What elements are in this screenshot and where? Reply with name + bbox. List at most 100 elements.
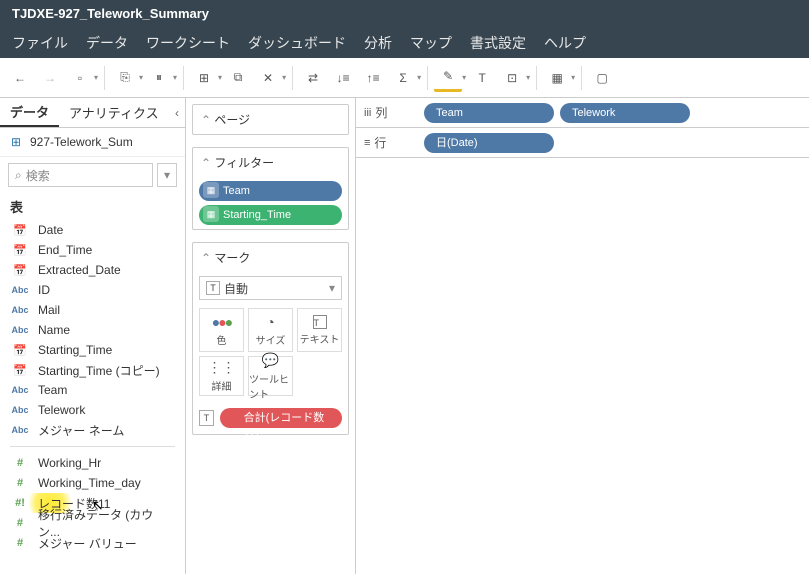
- menu-map[interactable]: マップ: [410, 33, 452, 53]
- field-item[interactable]: 📅 Date: [0, 220, 185, 240]
- menu-file[interactable]: ファイル: [12, 33, 68, 53]
- cards-column: ページ フィルター ▦Team▦Starting_Time マーク T 自動 ▾…: [186, 98, 356, 574]
- column-pill[interactable]: Team: [424, 103, 554, 123]
- field-item[interactable]: #メジャー バリュー: [0, 533, 185, 553]
- field-label: Working_Hr: [38, 456, 101, 470]
- field-item[interactable]: AbcTeam: [0, 380, 185, 400]
- columns-icon: iii: [364, 107, 371, 119]
- field-label: ID: [38, 283, 50, 297]
- pane-collapse-icon[interactable]: ‹: [169, 106, 185, 120]
- rows-icon: ≡: [364, 137, 370, 149]
- mark-type-select[interactable]: T 自動 ▾: [199, 276, 342, 300]
- filters-shelf[interactable]: フィルター ▦Team▦Starting_Time: [192, 147, 349, 230]
- field-type-icon: Abc: [10, 405, 30, 415]
- field-type-icon: 📅: [10, 344, 30, 357]
- tab-data[interactable]: データ: [0, 98, 59, 127]
- field-label: Starting_Time: [38, 343, 112, 357]
- menu-analysis[interactable]: 分析: [364, 33, 392, 53]
- data-pane: データ アナリティクス ‹ ⊞ 927-Telework_Sum ⌕ 検索 ▾ …: [0, 98, 186, 574]
- field-item[interactable]: # Working_Hr: [0, 453, 185, 473]
- new-datasource-button[interactable]: ⎘: [111, 64, 139, 92]
- save-button[interactable]: ▫: [66, 64, 94, 92]
- datasource-name[interactable]: 927-Telework_Sum: [30, 135, 133, 149]
- field-type-icon: 📅: [10, 244, 30, 257]
- canvas[interactable]: [356, 158, 809, 574]
- pill-icon: ▦: [203, 182, 219, 198]
- datasource-icon: ⊞: [8, 134, 24, 150]
- clear-button[interactable]: ✕: [254, 64, 282, 92]
- view-area: iii列 TeamTelework ≡行 日(Date): [356, 98, 809, 574]
- field-item[interactable]: #移行済みデータ (カウン...: [0, 513, 185, 533]
- pages-shelf[interactable]: ページ: [192, 104, 349, 135]
- pill-icon: ▦: [203, 206, 219, 222]
- sort-desc-button[interactable]: ↑≡: [359, 64, 387, 92]
- pause-button[interactable]: ⏸: [145, 64, 173, 92]
- text-icon: T: [313, 315, 327, 329]
- field-type-icon: #: [10, 517, 30, 529]
- field-type-icon: #: [10, 457, 30, 469]
- menu-format[interactable]: 書式設定: [470, 33, 526, 53]
- menu-help[interactable]: ヘルプ: [544, 33, 586, 53]
- text-encoding-icon: T: [199, 410, 214, 426]
- field-item[interactable]: 📅Starting_Time (コピー): [0, 360, 185, 380]
- field-label: メジャー バリュー: [38, 535, 137, 552]
- columns-shelf[interactable]: iii列 TeamTelework: [356, 98, 809, 128]
- field-type-icon: Abc: [10, 325, 30, 335]
- menu-worksheet[interactable]: ワークシート: [146, 33, 230, 53]
- search-options-button[interactable]: ▾: [157, 163, 177, 187]
- menu-data[interactable]: データ: [86, 33, 128, 53]
- field-type-icon: Abc: [10, 285, 30, 295]
- field-item[interactable]: 📅 Starting_Time: [0, 340, 185, 360]
- sort-asc-button[interactable]: ↓≡: [329, 64, 357, 92]
- field-item[interactable]: AbcMail: [0, 300, 185, 320]
- duplicate-button[interactable]: ⧉: [224, 64, 252, 92]
- field-type-icon: Abc: [10, 425, 30, 435]
- field-item[interactable]: #Working_Time_day: [0, 473, 185, 493]
- redo-button[interactable]: →: [36, 64, 64, 92]
- swap-button[interactable]: ⇄: [299, 64, 327, 92]
- field-item[interactable]: Abc Name: [0, 320, 185, 340]
- mark-tooltip-button[interactable]: 💬ツールヒント: [248, 356, 293, 396]
- column-pill[interactable]: Telework: [560, 103, 690, 123]
- totals-button[interactable]: Σ: [389, 64, 417, 92]
- label-button[interactable]: T: [468, 64, 496, 92]
- field-type-icon: 📅: [10, 264, 30, 277]
- show-me-button[interactable]: ▦: [543, 64, 571, 92]
- marks-card: マーク T 自動 ▾ ●●●色 ◔サイズ Tテキスト ⋮⋮詳細 💬ツールヒント …: [192, 242, 349, 435]
- search-input[interactable]: ⌕ 検索: [8, 163, 153, 187]
- field-label: Mail: [38, 303, 60, 317]
- field-type-icon: 📅: [10, 224, 30, 237]
- text-mark-pill[interactable]: 合計(レコード数11): [220, 408, 342, 428]
- field-label: Name: [38, 323, 70, 337]
- field-label: Team: [38, 383, 67, 397]
- tab-analytics[interactable]: アナリティクス: [59, 98, 169, 127]
- search-icon: ⌕: [15, 168, 22, 183]
- new-sheet-button[interactable]: ⊞: [190, 64, 218, 92]
- mark-size-button[interactable]: ◔サイズ: [248, 308, 293, 352]
- rows-shelf[interactable]: ≡行 日(Date): [356, 128, 809, 158]
- row-pill[interactable]: 日(Date): [424, 133, 554, 153]
- field-type-icon: #!: [10, 497, 30, 509]
- field-item[interactable]: Abc Telework: [0, 400, 185, 420]
- field-item[interactable]: 📅End_Time: [0, 240, 185, 260]
- filter-pill[interactable]: ▦Team: [199, 181, 342, 201]
- field-item[interactable]: 📅Extracted_Date: [0, 260, 185, 280]
- field-item[interactable]: Abc ID: [0, 280, 185, 300]
- filter-pill[interactable]: ▦Starting_Time: [199, 205, 342, 225]
- presentation-button[interactable]: ▢: [588, 64, 616, 92]
- mark-text-button[interactable]: Tテキスト: [297, 308, 342, 352]
- highlight-button[interactable]: ✎: [434, 64, 462, 92]
- tables-heading: 表: [0, 193, 185, 220]
- field-label: Telework: [38, 403, 85, 417]
- fit-button[interactable]: ⊡: [498, 64, 526, 92]
- tooltip-icon: 💬: [262, 352, 279, 369]
- mark-detail-button[interactable]: ⋮⋮詳細: [199, 356, 244, 396]
- size-icon: ◔: [266, 314, 274, 330]
- field-label: Date: [38, 223, 63, 237]
- menu-dashboard[interactable]: ダッシュボード: [248, 33, 346, 53]
- undo-button[interactable]: ←: [6, 64, 34, 92]
- mark-color-button[interactable]: ●●●色: [199, 308, 244, 352]
- window-title: TJDXE-927_Telework_Summary: [0, 0, 809, 28]
- detail-icon: ⋮⋮: [208, 359, 236, 376]
- field-item[interactable]: Abcメジャー ネーム: [0, 420, 185, 440]
